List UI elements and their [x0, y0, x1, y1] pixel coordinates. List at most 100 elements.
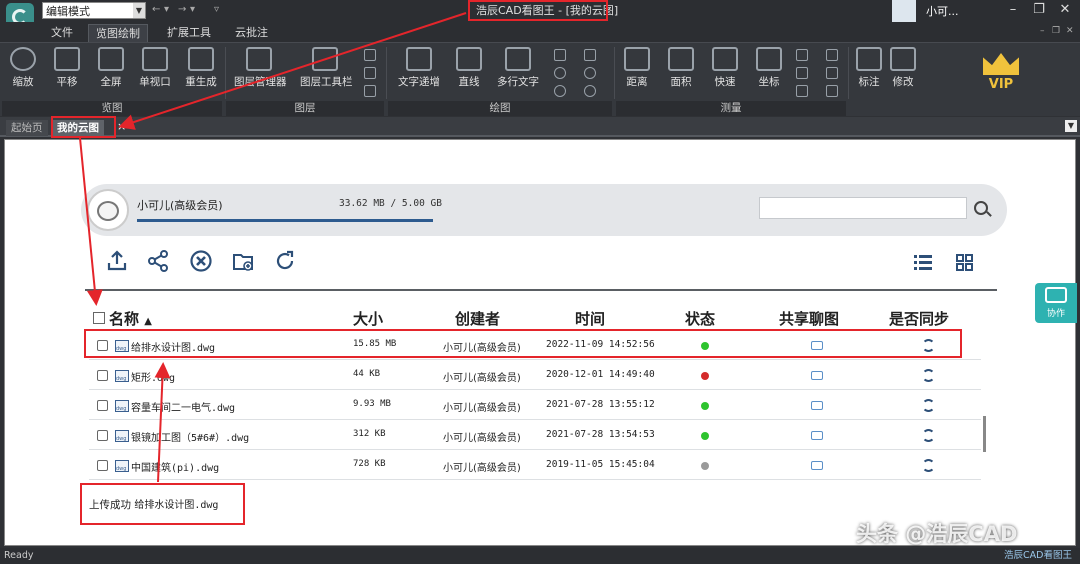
column-header-name[interactable]: 名称 ▲	[109, 308, 152, 329]
text-increment-button[interactable]: 文字递增	[396, 47, 442, 89]
table-row[interactable]: 银镜加工图（5#6#）.dwg 312 KB 小可儿(高级会员) 2021-07-28…	[89, 420, 981, 450]
column-header-status[interactable]: 状态	[685, 308, 715, 329]
avatar[interactable]	[87, 189, 129, 231]
file-name[interactable]: 容量车间二一电气.dwg	[131, 399, 235, 414]
redo-icon[interactable]: →	[178, 4, 186, 15]
chevron-down-icon[interactable]: ▾	[190, 4, 195, 15]
fullscreen-button[interactable]: 全屏	[90, 47, 132, 89]
quick-measure-button[interactable]: 快速	[704, 47, 746, 89]
menu-extend-tools[interactable]: 扩展工具	[160, 24, 218, 42]
share-chat-icon[interactable]	[811, 461, 823, 470]
coordinate-button[interactable]: 坐标	[748, 47, 790, 89]
area-button[interactable]: 面积	[660, 47, 702, 89]
share-icon[interactable]	[145, 248, 171, 274]
close-icon[interactable]: ✕	[1054, 0, 1076, 20]
table-row[interactable]: 中国建筑(pi).dwg 728 KB 小可儿(高级会员) 2019-11-05 15…	[89, 450, 981, 480]
chevron-down-icon[interactable]: ▾	[164, 4, 169, 15]
list-view-icon[interactable]	[914, 254, 932, 272]
tab-home[interactable]: 起始页	[6, 120, 48, 136]
measure-small-icon[interactable]	[826, 85, 838, 97]
mdi-minimize-icon[interactable]: –	[1040, 26, 1045, 36]
mode-select[interactable]: 编辑模式 ▼	[42, 2, 146, 19]
row-checkbox[interactable]	[97, 400, 108, 411]
share-chat-icon[interactable]	[811, 371, 823, 380]
layer-small-icon[interactable]	[364, 49, 376, 61]
select-all-checkbox[interactable]	[93, 312, 105, 324]
restore-icon[interactable]: ❐	[1028, 0, 1050, 20]
file-name[interactable]: 矩形.dwg	[131, 369, 175, 384]
minimize-icon[interactable]: –	[1002, 0, 1024, 20]
user-avatar-icon[interactable]	[892, 0, 916, 22]
row-checkbox[interactable]	[97, 460, 108, 471]
column-header-share[interactable]: 共享聊图	[779, 308, 839, 329]
ellipse-icon[interactable]	[584, 85, 596, 97]
measure-small-icon[interactable]	[796, 49, 808, 61]
search-input[interactable]	[759, 197, 967, 219]
measure-small-icon[interactable]	[796, 67, 808, 79]
table-row[interactable]: 容量车间二一电气.dwg 9.93 MB 小可儿(高级会员) 2021-07-28 1…	[89, 390, 981, 420]
grid-view-icon[interactable]	[956, 254, 974, 272]
distance-button[interactable]: 距离	[616, 47, 658, 89]
row-checkbox[interactable]	[97, 370, 108, 381]
mdi-close-icon[interactable]: ✕	[1066, 26, 1074, 36]
measure-small-icon[interactable]	[796, 85, 808, 97]
undo-icon[interactable]: ←	[152, 4, 160, 15]
status-app-name: 浩辰CAD看图王	[1004, 550, 1072, 561]
single-viewport-button[interactable]: 单视口	[134, 47, 176, 89]
column-header-sync[interactable]: 是否同步	[889, 308, 949, 329]
refresh-icon[interactable]	[272, 248, 298, 274]
pan-button[interactable]: 平移	[46, 47, 88, 89]
sync-icon[interactable]	[922, 459, 935, 472]
table-scrollbar[interactable]	[983, 416, 986, 452]
user-name[interactable]: 小可...	[926, 3, 959, 19]
measure-small-icon[interactable]	[826, 67, 838, 79]
share-chat-icon[interactable]	[811, 401, 823, 410]
layer-manager-button[interactable]: 图层管理器	[234, 47, 287, 89]
table-row[interactable]: 矩形.dwg 44 KB 小可儿(高级会员) 2020-12-01 14:49:40	[89, 360, 981, 390]
line-button[interactable]: 直线	[448, 47, 490, 89]
upload-icon[interactable]	[104, 248, 130, 274]
chevron-down-icon[interactable]: ▼	[133, 3, 145, 18]
sync-icon[interactable]	[922, 429, 935, 442]
cloud-icon[interactable]	[554, 85, 566, 97]
watermark: 头条 @浩辰CAD	[856, 522, 1018, 546]
vip-button[interactable]: VIP	[976, 47, 1026, 111]
file-name[interactable]: 中国建筑(pi).dwg	[131, 459, 219, 474]
group-label-draw: 绘图	[388, 101, 612, 116]
delete-icon[interactable]	[188, 248, 214, 274]
file-time: 2020-12-01 14:49:40	[546, 369, 655, 380]
measure-small-icon[interactable]	[826, 49, 838, 61]
rectangle-icon[interactable]	[554, 49, 566, 61]
dwg-file-icon	[115, 430, 129, 442]
row-checkbox[interactable]	[97, 430, 108, 441]
file-name[interactable]: 银镜加工图（5#6#）.dwg	[131, 429, 249, 444]
new-folder-icon[interactable]	[230, 248, 256, 274]
customize-toolbar-icon[interactable]: ▿	[214, 4, 219, 15]
column-header-size[interactable]: 大小	[353, 308, 383, 329]
sync-icon[interactable]	[922, 369, 935, 382]
layer-toolbar-button[interactable]: 图层工具栏	[300, 47, 353, 89]
menu-view-draw[interactable]: 览图绘制	[88, 24, 148, 42]
share-chat-icon[interactable]	[811, 431, 823, 440]
group-label-measure: 测量	[616, 101, 846, 116]
pencil-icon[interactable]	[584, 49, 596, 61]
column-header-creator[interactable]: 创建者	[455, 308, 500, 329]
mdi-restore-icon[interactable]: ❐	[1052, 26, 1060, 36]
tab-list-dropdown-icon[interactable]: ▼	[1065, 120, 1077, 132]
circle-icon[interactable]	[584, 67, 596, 79]
collaboration-button[interactable]: 协作	[1035, 283, 1077, 323]
menu-cloud-annotation[interactable]: 云批注	[228, 24, 275, 42]
regenerate-button[interactable]: 重生成	[180, 47, 222, 89]
column-header-time[interactable]: 时间	[575, 308, 605, 329]
tab-close-icon[interactable]: ×	[117, 120, 126, 133]
sync-icon[interactable]	[922, 399, 935, 412]
search-icon[interactable]	[974, 201, 988, 215]
sort-ascending-icon[interactable]: ▲	[144, 316, 152, 327]
menu-file[interactable]: 文件	[44, 24, 80, 42]
zoom-button[interactable]: 缩放	[2, 47, 44, 89]
layer-small-icon[interactable]	[364, 67, 376, 79]
layer-small-icon[interactable]	[364, 85, 376, 97]
modify-button[interactable]: 修改	[882, 47, 924, 89]
multiline-text-button[interactable]: 多行文字	[496, 47, 540, 89]
arc-icon[interactable]	[554, 67, 566, 79]
